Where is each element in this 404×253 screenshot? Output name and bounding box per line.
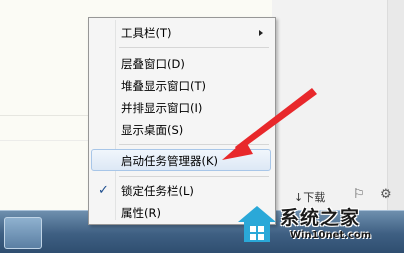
- watermark-url: Win10net.com: [290, 230, 372, 241]
- watermark-brand: 系统之家: [280, 207, 361, 229]
- logo-icon: [238, 206, 276, 242]
- annotation-arrow-shaft: [235, 88, 317, 152]
- watermark: 系统之家 Win10net.com: [232, 200, 402, 250]
